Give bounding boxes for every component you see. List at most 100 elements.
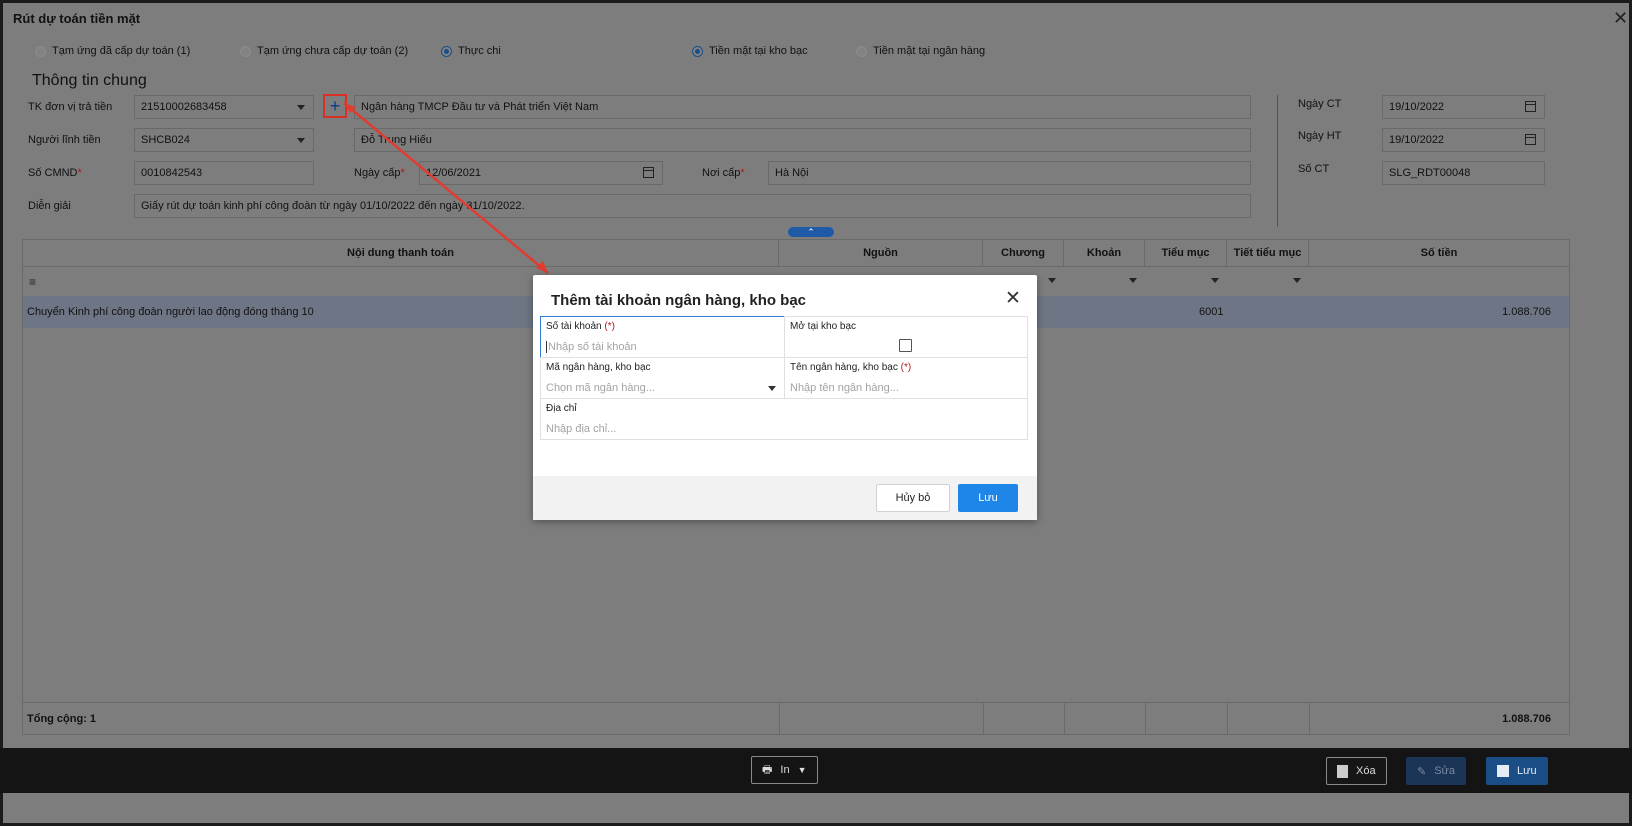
noi-cap-input[interactable]: Hà Nội bbox=[768, 161, 1251, 185]
chevron-down-icon bbox=[768, 386, 776, 391]
radio-icon bbox=[240, 45, 251, 57]
required-mark: * bbox=[77, 167, 82, 179]
noi-cap-label-text: Nơi cấp bbox=[702, 167, 741, 179]
column-header[interactable]: Nội dung thanh toán bbox=[23, 240, 779, 266]
grid-footer: Tổng cộng: 1 1.088.706 bbox=[23, 702, 1569, 735]
footer-count: Tổng cộng: 1 bbox=[27, 713, 97, 725]
ngay-cap-value: 12/06/2021 bbox=[426, 167, 482, 179]
close-icon[interactable]: ✕ bbox=[1613, 9, 1628, 27]
so-ct-input[interactable]: SLG_RDT00048 bbox=[1382, 161, 1545, 185]
address-input[interactable]: Địa chỉ Nhập địa chỉ... bbox=[540, 398, 1028, 440]
noi-cap-value: Hà Nội bbox=[775, 167, 809, 179]
dialog-save-button[interactable]: Lưu bbox=[958, 484, 1018, 512]
column-header[interactable]: Tiểu mục bbox=[1145, 240, 1227, 266]
tk-don-vi-select[interactable]: 21510002683458 bbox=[134, 95, 314, 119]
calendar-icon[interactable] bbox=[643, 167, 654, 178]
account-number-label: Số tài khoản (*) bbox=[546, 321, 615, 332]
trash-icon bbox=[1337, 764, 1348, 778]
nguoi-linh-tien-label: Người lĩnh tiền bbox=[28, 134, 101, 146]
column-header[interactable]: Chương bbox=[983, 240, 1064, 266]
divider bbox=[1277, 95, 1278, 227]
radio-tam-ung-da-cap[interactable]: Tạm ứng đã cấp dự toán (1) bbox=[35, 45, 190, 57]
ngay-ct-date-input[interactable]: 19/10/2022 bbox=[1382, 95, 1545, 119]
calendar-icon[interactable] bbox=[1525, 134, 1536, 145]
bank-code-select[interactable]: Mã ngân hàng, kho bạc Chọn mã ngân hàng.… bbox=[540, 357, 785, 399]
radio-label: Thực chi bbox=[458, 45, 501, 57]
so-cmnd-value: 0010842543 bbox=[141, 167, 203, 179]
print-label: In bbox=[780, 764, 790, 776]
bank-name-field[interactable]: Ngân hàng TMCP Đầu tư và Phát triển Việt… bbox=[354, 95, 1251, 119]
radio-tam-ung-chua-cap[interactable]: Tạm ứng chưa cấp dự toán (2) bbox=[240, 45, 408, 57]
radio-label: Tạm ứng đã cấp dự toán (1) bbox=[52, 45, 191, 57]
save-button[interactable]: Lưu bbox=[1486, 757, 1548, 785]
row-so-tien: 1.088.706 bbox=[1502, 306, 1551, 318]
nguoi-linh-tien-name-field[interactable]: Đỗ Trung Hiếu bbox=[354, 128, 1251, 152]
footer-total: 1.088.706 bbox=[1502, 713, 1551, 725]
chevron-down-icon[interactable] bbox=[1211, 278, 1219, 283]
chevron-down-icon: ▼ bbox=[797, 765, 807, 775]
bank-code-placeholder: Chọn mã ngân hàng... bbox=[546, 382, 655, 394]
radio-tien-mat-kho-bac[interactable]: Tiền mặt tại kho bạc bbox=[692, 45, 808, 57]
chevron-down-icon[interactable] bbox=[1129, 278, 1137, 283]
nguoi-linh-tien-select[interactable]: SHCB024 bbox=[134, 128, 314, 152]
kho-bac-checkbox-cell: Mở tại kho bạc bbox=[784, 316, 1028, 358]
radio-icon bbox=[35, 45, 46, 57]
edit-button[interactable]: ✎ Sửa bbox=[1406, 757, 1467, 785]
filter-icon[interactable]: ≡ bbox=[29, 275, 36, 289]
close-icon[interactable]: ✕ bbox=[1005, 289, 1021, 308]
required-mark: * bbox=[400, 167, 405, 179]
kho-bac-label: Mở tại kho bạc bbox=[790, 321, 857, 332]
so-cmnd-label-text: Số CMND bbox=[28, 167, 78, 179]
bank-name-input[interactable]: Tên ngân hàng, kho bạc (*) Nhập tên ngân… bbox=[784, 357, 1028, 399]
text-cursor bbox=[546, 341, 547, 353]
so-cmnd-input[interactable]: 0010842543 bbox=[134, 161, 314, 185]
calendar-icon[interactable] bbox=[1525, 101, 1536, 112]
column-header[interactable]: Tiết tiểu mục bbox=[1227, 240, 1309, 266]
collapse-toggle[interactable]: ⌃ bbox=[788, 227, 834, 237]
ngay-ht-value: 19/10/2022 bbox=[1389, 134, 1445, 146]
address-label: Địa chỉ bbox=[546, 403, 577, 414]
dien-giai-label: Diễn giải bbox=[28, 200, 71, 212]
cancel-button[interactable]: Hủy bỏ bbox=[876, 484, 950, 512]
account-number-placeholder: Nhập số tài khoản bbox=[548, 341, 637, 353]
window-title: Rút dự toán tiền mặt bbox=[13, 11, 141, 26]
radio-tien-mat-ngan-hang[interactable]: Tiền mặt tại ngân hàng bbox=[856, 45, 985, 57]
bank-name-value: Ngân hàng TMCP Đầu tư và Phát triển Việt… bbox=[361, 101, 599, 113]
radio-thuc-chi[interactable]: Thực chi bbox=[441, 45, 501, 57]
noi-cap-label: Nơi cấp* bbox=[702, 167, 745, 179]
chevron-down-icon[interactable] bbox=[1293, 278, 1301, 283]
required-mark: (*) bbox=[900, 362, 912, 373]
so-ct-label: Số CT bbox=[1298, 163, 1330, 175]
chevron-down-icon bbox=[297, 105, 305, 110]
bank-code-label: Mã ngân hàng, kho bạc bbox=[546, 362, 651, 373]
add-bank-account-button[interactable]: + bbox=[323, 94, 347, 118]
radio-label: Tiền mặt tại ngân hàng bbox=[873, 45, 986, 57]
ngay-ht-label: Ngày HT bbox=[1298, 130, 1342, 142]
bank-name-label: Tên ngân hàng, kho bạc (*) bbox=[790, 362, 911, 373]
printer-icon: 🖶 bbox=[762, 763, 773, 776]
dien-giai-input[interactable]: Giấy rút dự toán kinh phí công đoàn từ n… bbox=[134, 194, 1251, 218]
print-button[interactable]: 🖶 In ▼ bbox=[751, 756, 818, 784]
column-header[interactable]: Khoản bbox=[1064, 240, 1145, 266]
account-number-input[interactable]: Số tài khoản (*) Nhập số tài khoản bbox=[540, 316, 785, 358]
radio-icon bbox=[692, 45, 703, 57]
bank-name-placeholder: Nhập tên ngân hàng... bbox=[790, 382, 899, 394]
ngay-cap-label-text: Ngày cấp bbox=[354, 167, 401, 179]
ngay-ct-label: Ngày CT bbox=[1298, 98, 1342, 110]
so-ct-value: SLG_RDT00048 bbox=[1389, 167, 1471, 179]
kho-bac-checkbox[interactable] bbox=[899, 339, 912, 352]
column-header[interactable]: Nguồn bbox=[779, 240, 983, 266]
so-cmnd-label: Số CMND* bbox=[28, 167, 82, 179]
dialog-title: Thêm tài khoản ngân hàng, kho bạc bbox=[551, 292, 807, 309]
delete-button[interactable]: Xóa bbox=[1326, 757, 1387, 785]
ngay-cap-date-input[interactable]: 12/06/2021 bbox=[419, 161, 663, 185]
row-tieu-muc: 6001 bbox=[1199, 306, 1224, 318]
radio-label: Tạm ứng chưa cấp dự toán (2) bbox=[257, 45, 409, 57]
ngay-ht-date-input[interactable]: 19/10/2022 bbox=[1382, 128, 1545, 152]
section-title: Thông tin chung bbox=[32, 72, 147, 89]
save-icon bbox=[1497, 765, 1509, 777]
add-bank-account-dialog: Thêm tài khoản ngân hàng, kho bạc ✕ Số t… bbox=[533, 275, 1037, 520]
column-header[interactable]: Số tiền bbox=[1309, 240, 1569, 266]
chevron-down-icon[interactable] bbox=[1048, 278, 1056, 283]
radio-label: Tiền mặt tại kho bạc bbox=[709, 45, 808, 57]
